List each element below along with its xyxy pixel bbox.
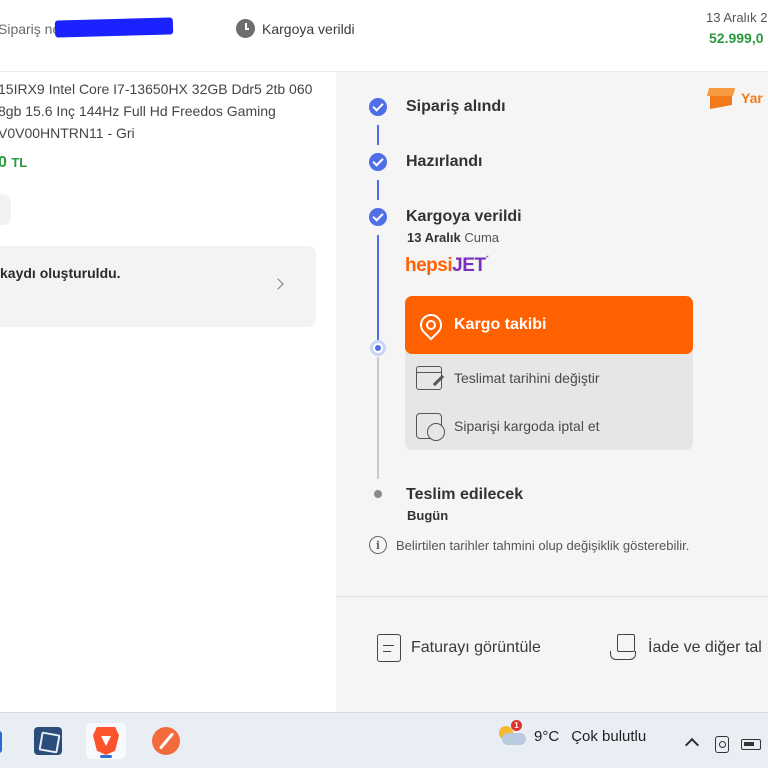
returns-and-requests-button[interactable]: İade ve diğer tal	[610, 634, 762, 662]
timeline-connector	[377, 125, 379, 145]
timeline-connector	[377, 235, 379, 345]
box-icon	[706, 88, 736, 109]
quantity-pill	[0, 194, 11, 225]
product-price-value: 0	[0, 154, 7, 171]
step-done-check-icon	[369, 98, 387, 116]
order-detail-page: Sipariş no: Kargoya verildi 13 Aralık 2 …	[0, 0, 768, 768]
chevron-right-icon	[272, 278, 284, 290]
taskbar-app-icon[interactable]	[146, 723, 186, 759]
step-title: Sipariş alındı	[406, 98, 506, 115]
cloudy-weather-icon: 1	[496, 720, 526, 747]
snipping-tool-icon	[34, 727, 62, 755]
step-date: 13 Aralık Cuma	[407, 230, 499, 245]
orange-app-icon	[152, 727, 180, 755]
order-date: 13 Aralık 2	[706, 10, 768, 25]
step-title: Kargoya verildi	[406, 208, 522, 225]
step-date-weekday: Cuma	[460, 230, 500, 245]
estimate-disclaimer: i Belirtilen tarihler tahmini olup değiş…	[369, 536, 689, 554]
record-card[interactable]: kaydı oluşturuldu.	[0, 246, 316, 327]
weather-condition: Çok bulutlu	[571, 727, 647, 745]
clock-icon	[236, 19, 255, 38]
step-title: Hazırlandı	[406, 153, 483, 170]
product-price: 0 TL	[0, 154, 27, 172]
divider	[336, 596, 768, 597]
carrier-logo: hepsiJET´	[405, 255, 489, 276]
timeline-connector-pending	[377, 357, 379, 479]
brave-browser-icon	[93, 727, 119, 755]
weather-widget[interactable]: 1 9°C Çok bulutlu	[496, 720, 647, 747]
product-price-currency: TL	[11, 155, 28, 170]
view-invoice-button[interactable]: Faturayı görüntüle	[377, 634, 541, 662]
order-header: Sipariş no: Kargoya verildi 13 Aralık 2 …	[0, 0, 768, 72]
record-card-text: kaydı oluşturuldu.	[0, 265, 121, 281]
change-delivery-date-button[interactable]: Teslimat tarihini değiştir	[405, 356, 693, 400]
step-eta: Bugün	[407, 508, 449, 523]
taskbar-app-icon[interactable]	[0, 731, 2, 753]
easy-return-label: Yar	[741, 90, 763, 106]
order-status: Kargoya verildi	[236, 19, 355, 38]
order-total-price: 52.999,0	[709, 30, 764, 46]
step-title: Teslim edilecek	[406, 486, 524, 503]
taskbar-brave-browser[interactable]	[86, 723, 126, 759]
temperature: 9°C	[534, 727, 560, 745]
shipment-actions-card: Kargo takibi Teslimat tarihini değiştir …	[405, 296, 693, 450]
current-position-dot	[370, 340, 386, 356]
battery-icon[interactable]	[741, 739, 761, 750]
track-shipment-label: Kargo takibi	[454, 316, 547, 333]
cancel-order-label: Siparişi kargoda iptal et	[454, 418, 600, 434]
step-pending-dot	[374, 490, 382, 498]
step-done-check-icon	[369, 153, 387, 171]
change-delivery-date-label: Teslimat tarihini değiştir	[454, 370, 600, 386]
info-icon: i	[369, 536, 387, 554]
order-status-label: Kargoya verildi	[262, 20, 355, 37]
package-cancel-icon	[416, 413, 445, 441]
redacted-order-number	[54, 17, 174, 38]
estimate-disclaimer-text: Belirtilen tarihler tahmini olup değişik…	[396, 537, 690, 553]
product-column: 15IRX9 Intel Core I7-13650HX 32GB Ddr5 2…	[0, 72, 336, 712]
track-shipment-button[interactable]: Kargo takibi	[405, 296, 693, 354]
product-title[interactable]: 15IRX9 Intel Core I7-13650HX 32GB Ddr5 2…	[0, 78, 328, 144]
returns-and-requests-label: İade ve diğer tal	[648, 639, 762, 656]
windows-taskbar: 1 9°C Çok bulutlu	[0, 712, 768, 768]
step-done-check-icon	[369, 208, 387, 226]
calendar-edit-icon	[416, 366, 442, 390]
timeline-connector	[377, 180, 379, 200]
return-hand-icon	[610, 634, 638, 662]
view-invoice-label: Faturayı görüntüle	[411, 639, 541, 656]
step-date-day: 13 Aralık	[407, 230, 461, 245]
taskbar-app-icon[interactable]	[28, 723, 68, 759]
show-hidden-icons-chevron-icon[interactable]	[684, 737, 700, 753]
location-pin-icon	[415, 309, 447, 341]
easy-return-tag: Yar	[706, 88, 763, 109]
cancel-order-button[interactable]: Siparişi kargoda iptal et	[405, 404, 693, 448]
shipment-panel: Yar Sipariş alındı Hazırlandı Kargoya ve…	[336, 72, 768, 712]
invoice-document-icon	[377, 634, 401, 662]
network-icon[interactable]	[715, 736, 729, 753]
